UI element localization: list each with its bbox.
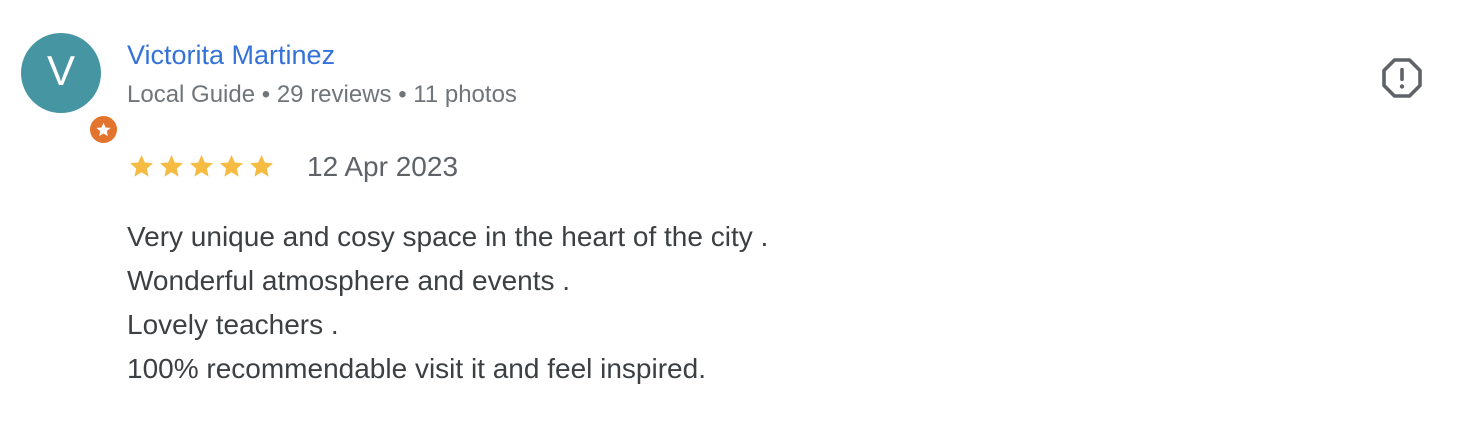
review-card: V Victorita Martinez Local Guide • 29 re… — [0, 0, 1472, 423]
review-text-line: Very unique and cosy space in the heart … — [127, 221, 769, 252]
review-text-line: 100% recommendable visit it and feel ins… — [127, 353, 706, 384]
star-icon — [250, 154, 273, 177]
review-text-line: Lovely teachers . — [127, 309, 339, 340]
review-text-line: Wonderful atmosphere and events . — [127, 265, 571, 296]
star-icon — [96, 122, 111, 137]
star-icon — [190, 154, 213, 177]
local-guide-badge — [88, 114, 119, 145]
star-rating — [128, 152, 275, 182]
avatar-initial: V — [46, 47, 75, 94]
review-text: Very unique and cosy space in the heart … — [127, 215, 768, 391]
reviewer-meta: Local Guide • 29 reviews • 11 photos — [127, 81, 517, 108]
avatar[interactable]: V — [21, 33, 119, 145]
report-review-button[interactable] — [1378, 54, 1426, 102]
star-icon — [160, 154, 183, 177]
star-icon — [130, 154, 153, 177]
review-date: 12 Apr 2023 — [307, 151, 459, 182]
report-octagon-icon — [1382, 58, 1422, 98]
reviewer-name-link[interactable]: Victorita Martinez — [127, 38, 335, 72]
star-icon — [220, 154, 243, 177]
